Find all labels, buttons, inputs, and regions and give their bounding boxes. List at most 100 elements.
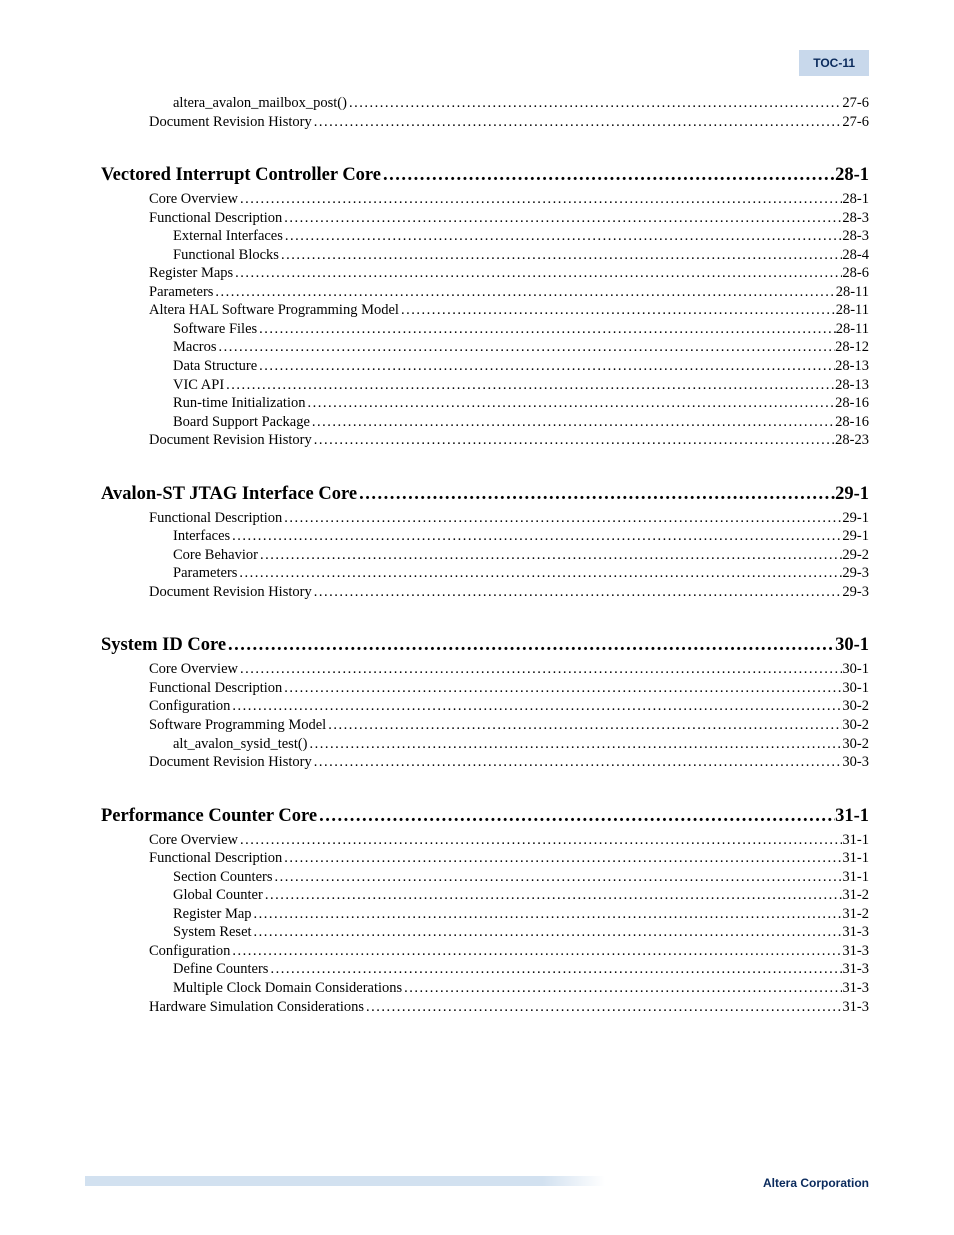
toc-entry-title: Parameters [173,564,237,583]
toc-entry-title: Core Behavior [173,546,258,565]
toc-entry-title: Document Revision History [149,753,312,772]
toc-entry-title: Core Overview [149,660,238,679]
toc-entry[interactable]: Define Counters31-3 [173,960,869,979]
toc-entry[interactable]: Core Behavior 29-2 [173,546,869,565]
toc-entry[interactable]: Hardware Simulation Considerations31-3 [149,998,869,1017]
toc-entry[interactable]: Document Revision History28-23 [149,431,869,450]
toc-entry-page: 28-23 [835,431,869,450]
toc-chapter-page: 29-1 [835,482,869,507]
toc-chapter-heading[interactable]: System ID Core30-1 [101,633,869,658]
toc-entry[interactable]: Register Map31-2 [173,905,869,924]
toc-entry-leader [233,264,842,283]
toc-entry[interactable]: Configuration31-3 [149,942,869,961]
toc-entry[interactable]: VIC API28-13 [173,376,869,395]
toc-entry-page: 28-1 [842,190,869,209]
toc-entry[interactable]: Macros28-12 [173,338,869,357]
toc-chapter: Vectored Interrupt Controller Core28-1Co… [85,163,869,450]
toc-entry-title: Interfaces [173,527,230,546]
toc-entry-page: 28-16 [835,394,869,413]
toc-entry[interactable]: External Interfaces28-3 [173,227,869,246]
document-page: TOC-11 altera_avalon_mailbox_post()27-6D… [0,0,954,1220]
toc-entry-page: 28-4 [842,246,869,265]
toc-entry[interactable]: Document Revision History29-3 [149,583,869,602]
toc-entry[interactable]: Core Overview 30-1 [149,660,869,679]
toc-entry-leader [364,998,842,1017]
toc-chapter-heading[interactable]: Vectored Interrupt Controller Core 28-1 [101,163,869,188]
toc-entry-page: 29-2 [842,546,869,565]
toc-entry-page: 29-1 [842,527,869,546]
toc-entry-leader [402,979,842,998]
toc-entry-leader [230,527,842,546]
toc-entry[interactable]: Interfaces 29-1 [173,527,869,546]
toc-entry[interactable]: Functional Description 31-1 [149,849,869,868]
toc-entry[interactable]: Multiple Clock Domain Considerations31-3 [173,979,869,998]
toc-entry[interactable]: Document Revision History 27-6 [149,113,869,132]
toc-entry-title: Hardware Simulation Considerations [149,998,364,1017]
toc-entry[interactable]: Functional Description28-3 [149,209,869,228]
toc-entry-page: 30-1 [842,679,869,698]
toc-entry-leader [252,923,843,942]
toc-entry[interactable]: Parameters 29-3 [173,564,869,583]
toc-entry-title: Document Revision History [149,113,312,132]
toc-entry-page: 31-3 [842,942,869,961]
toc-entry-title: Core Overview [149,190,238,209]
footer-bar [85,1176,605,1186]
toc-chapter-heading[interactable]: Performance Counter Core31-1 [101,804,869,829]
toc-entry-title: System Reset [173,923,252,942]
toc-entry[interactable]: Register Maps 28-6 [149,264,869,283]
toc-entry-page: 27-6 [842,113,869,132]
toc-entry-leader [282,509,842,528]
toc-chapter-leader [381,163,835,188]
toc-entry[interactable]: Board Support Package28-16 [173,413,869,432]
toc-entry[interactable]: Software Files 28-11 [173,320,869,339]
toc-entry-page: 28-6 [842,264,869,283]
toc-entry-page: 29-3 [842,564,869,583]
toc-entry-title: Software Programming Model [149,716,326,735]
toc-entry[interactable]: Global Counter31-2 [173,886,869,905]
toc-chapter-page: 28-1 [835,163,869,188]
toc-entry[interactable]: Document Revision History30-3 [149,753,869,772]
toc-entry-page: 28-16 [835,413,869,432]
toc-entry[interactable]: Software Programming Model 30-2 [149,716,869,735]
toc-entry[interactable]: Configuration30-2 [149,697,869,716]
toc-entry-leader [283,227,843,246]
toc-entry[interactable]: Functional Blocks 28-4 [173,246,869,265]
toc-entry[interactable]: Functional Description30-1 [149,679,869,698]
toc-entry-leader [268,960,842,979]
toc-entry[interactable]: altera_avalon_mailbox_post()27-6 [173,94,869,113]
toc-entry[interactable]: Parameters28-11 [149,283,869,302]
toc-entry-page: 29-1 [842,509,869,528]
toc-entry[interactable]: System Reset 31-3 [173,923,869,942]
toc-entry[interactable]: alt_avalon_sysid_test()30-2 [173,735,869,754]
toc-entry-page: 31-2 [842,905,869,924]
toc-entry[interactable]: Core Overview 28-1 [149,190,869,209]
toc-entry-page: 31-1 [842,849,869,868]
toc-entry[interactable]: Data Structure28-13 [173,357,869,376]
toc-entry-title: Core Overview [149,831,238,850]
toc-entry-title: Multiple Clock Domain Considerations [173,979,402,998]
toc-entry-leader [305,394,835,413]
toc-entry-page: 28-11 [836,320,869,339]
toc-entry-title: Functional Blocks [173,246,279,265]
toc-entry[interactable]: Functional Description29-1 [149,509,869,528]
toc-entry-title: Functional Description [149,849,282,868]
toc-entry[interactable]: Section Counters31-1 [173,868,869,887]
toc-entry-page: 30-2 [842,716,869,735]
toc-chapter-title: Vectored Interrupt Controller Core [101,163,381,188]
toc-entry-page: 31-3 [842,923,869,942]
toc-entry[interactable]: Altera HAL Software Programming Model28-… [149,301,869,320]
toc-entry-leader [230,697,842,716]
toc-entry-title: Software Files [173,320,257,339]
toc-entry-title: alt_avalon_sysid_test() [173,735,308,754]
toc-entry[interactable]: Core Overview31-1 [149,831,869,850]
toc-chapter-heading[interactable]: Avalon-ST JTAG Interface Core29-1 [101,482,869,507]
toc-entry[interactable]: Run-time Initialization28-16 [173,394,869,413]
toc-entry-leader [312,583,843,602]
toc-chapter: Avalon-ST JTAG Interface Core29-1 Functio… [85,482,869,602]
toc-entry-page: 30-1 [842,660,869,679]
toc-entry-title: External Interfaces [173,227,283,246]
toc-entry-leader [224,376,835,395]
toc-entry-leader [257,357,835,376]
toc-entry-title: Register Maps [149,264,233,283]
toc-chapter-page: 30-1 [835,633,869,658]
